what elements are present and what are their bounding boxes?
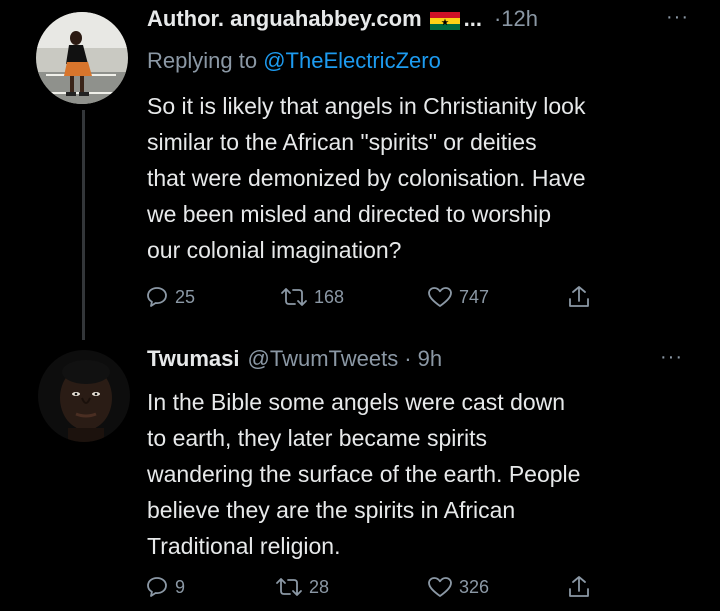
- more-options-icon[interactable]: ···: [660, 346, 683, 369]
- avatar[interactable]: [36, 12, 128, 104]
- tweet-text-line: to earth, they later became spirits: [147, 425, 488, 451]
- reply-icon: [147, 287, 167, 307]
- like-count: 326: [459, 576, 490, 597]
- tweet-actions: 25 168 747: [145, 282, 605, 312]
- like-icon: [428, 287, 452, 307]
- retweet-count: 168: [314, 286, 345, 307]
- author-name[interactable]: Twumasi: [147, 346, 240, 372]
- tweet-text-line: So it is likely that angels in Christian…: [147, 93, 586, 119]
- like-icon: [428, 577, 452, 597]
- replying-to: Replying to @TheElectricZero: [147, 48, 441, 74]
- like-button[interactable]: 326: [427, 572, 489, 602]
- tweet-text-line: we been misled and directed to worship: [147, 201, 552, 227]
- tweet-text-line: that were demonized by colonisation. Hav…: [147, 165, 586, 191]
- reply-button[interactable]: 25: [145, 282, 195, 312]
- avatar-photo: [38, 350, 130, 442]
- tweet-original[interactable]: Author. anguahabbey.com ... ·12h ··· Rep…: [0, 0, 720, 330]
- tweet-text: In the Bible some angels were cast down …: [147, 384, 707, 564]
- replying-to-label: Replying to: [147, 48, 258, 73]
- retweet-count: 28: [309, 576, 330, 597]
- tweet-timestamp[interactable]: · 9h: [404, 346, 442, 372]
- tweet-actions: 9 28 326: [145, 572, 605, 602]
- author-handle[interactable]: @TwumTweets: [248, 346, 399, 372]
- replying-to-mention[interactable]: @TheElectricZero: [263, 48, 441, 73]
- tweet-text: So it is likely that angels in Christian…: [147, 88, 707, 268]
- tweet-text-line: In the Bible some angels were cast down: [147, 389, 566, 415]
- share-button[interactable]: [567, 572, 591, 602]
- tweet-text-line: our colonial imagination?: [147, 237, 402, 263]
- tweet-timestamp[interactable]: ·12h: [494, 6, 538, 32]
- tweet-header: Twumasi @TwumTweets · 9h: [147, 346, 442, 372]
- share-icon: [569, 286, 589, 307]
- share-icon: [569, 576, 589, 597]
- name-truncation: ...: [463, 6, 482, 31]
- avatar-photo: [36, 12, 128, 104]
- tweet-text-line: similar to the African "spirits" or deit…: [147, 129, 537, 155]
- retweet-icon: [281, 288, 307, 306]
- avatar[interactable]: [38, 350, 130, 442]
- tweet-text-line: believe they are the spirits in African: [147, 497, 516, 523]
- tweet-text-line: wandering the surface of the earth. Peop…: [147, 461, 581, 487]
- more-options-icon[interactable]: ···: [666, 6, 689, 29]
- tweet-header: Author. anguahabbey.com ... ·12h: [147, 6, 538, 32]
- reply-count: 9: [175, 576, 186, 597]
- retweet-button[interactable]: 28: [275, 572, 329, 602]
- reply-button[interactable]: 9: [145, 572, 185, 602]
- author-name[interactable]: Author. anguahabbey.com: [147, 6, 422, 32]
- reply-count: 25: [175, 286, 196, 307]
- retweet-icon: [276, 578, 302, 596]
- share-button[interactable]: [567, 282, 591, 312]
- ghana-flag-icon: [429, 10, 460, 30]
- like-button[interactable]: 747: [427, 282, 489, 312]
- retweet-button[interactable]: 168: [280, 282, 344, 312]
- reply-icon: [147, 577, 167, 597]
- tweet-text-line: Traditional religion.: [147, 533, 341, 559]
- like-count: 747: [459, 286, 490, 307]
